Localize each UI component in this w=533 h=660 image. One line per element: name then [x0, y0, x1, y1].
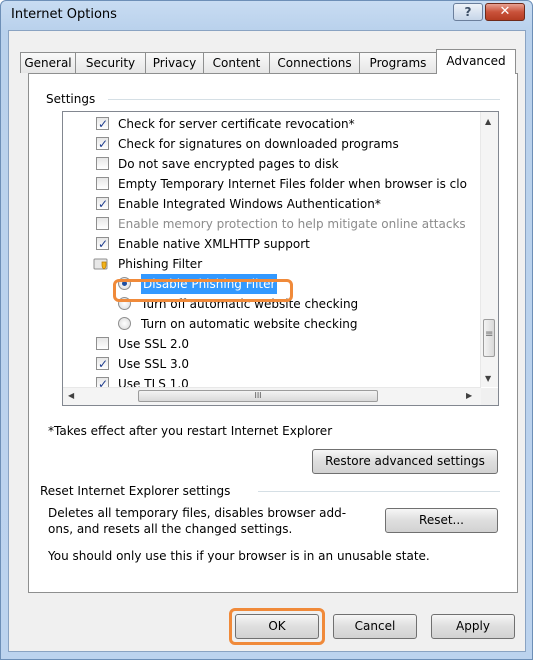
settings-item-label: Use SSL 3.0 [118, 357, 190, 371]
horizontal-scroll-thumb[interactable]: III [138, 390, 378, 402]
help-icon: ? [464, 5, 472, 19]
reset-description: Deletes all temporary files, disables br… [48, 506, 347, 536]
checkbox[interactable] [96, 354, 109, 374]
settings-list-item[interactable]: Enable Integrated Windows Authentication… [63, 194, 481, 214]
settings-item-label: Turn on automatic website checking [141, 317, 358, 331]
settings-item-label: Use SSL 2.0 [118, 337, 190, 351]
ok-button[interactable]: OK [235, 614, 319, 639]
reset-group-divider [258, 491, 500, 492]
settings-list-item[interactable]: Phishing Filter [63, 254, 481, 274]
vertical-scroll-thumb[interactable] [483, 319, 495, 357]
title-bar[interactable]: Internet Options ? ✕ [1, 1, 532, 31]
scroll-down-icon[interactable]: ▼ [485, 374, 491, 383]
scrollbar-corner [481, 388, 498, 405]
settings-group-label: Settings [46, 92, 100, 106]
settings-list-item[interactable]: Turn on automatic website checking [63, 314, 481, 334]
scroll-up-icon[interactable]: ▲ [485, 117, 491, 126]
settings-list-item[interactable]: Check for signatures on downloaded progr… [63, 134, 481, 154]
close-button[interactable]: ✕ [485, 3, 525, 21]
checkbox[interactable] [96, 217, 109, 230]
settings-list[interactable]: Check for server certificate revocation*… [62, 111, 499, 406]
tab-advanced[interactable]: Advanced [436, 49, 516, 74]
restart-footnote: *Takes effect after you restart Internet… [48, 424, 333, 438]
tab-general[interactable]: General [20, 52, 76, 73]
tab-privacy[interactable]: Privacy [145, 52, 204, 73]
cancel-button[interactable]: Cancel [333, 614, 417, 639]
checkbox[interactable] [96, 157, 109, 170]
settings-item-label: Enable memory protection to help mitigat… [118, 217, 466, 231]
checkbox[interactable] [96, 177, 109, 190]
highlight-disable-phishing [113, 279, 293, 302]
tab-security[interactable]: Security [75, 52, 146, 73]
settings-list-item[interactable]: Empty Temporary Internet Files folder wh… [63, 174, 481, 194]
reset-group-label: Reset Internet Explorer settings [40, 484, 235, 498]
settings-item-label: Empty Temporary Internet Files folder wh… [118, 177, 467, 191]
window-title: Internet Options [11, 7, 117, 22]
tab-programs[interactable]: Programs [359, 52, 437, 73]
tab-content[interactable]: Content [203, 52, 270, 73]
checkbox[interactable] [96, 194, 109, 214]
settings-item-label: Enable native XMLHTTP support [118, 237, 310, 251]
settings-list-item[interactable]: Use SSL 2.0 [63, 334, 481, 354]
horizontal-scrollbar[interactable]: ◀ III ▶ [63, 387, 481, 405]
reset-warning: You should only use this if your browser… [48, 549, 430, 563]
settings-list-item[interactable]: Use SSL 3.0 [63, 354, 481, 374]
vertical-scrollbar[interactable]: ▲ ▼ [480, 112, 498, 387]
checkbox[interactable] [96, 114, 109, 134]
settings-list-item[interactable]: Enable native XMLHTTP support [63, 234, 481, 254]
scroll-right-icon[interactable]: ▶ [466, 391, 472, 400]
reset-button[interactable]: Reset... [385, 508, 498, 533]
checkbox[interactable] [96, 337, 109, 350]
apply-button[interactable]: Apply [431, 614, 515, 639]
settings-group-divider [108, 99, 500, 100]
settings-list-item[interactable]: Enable memory protection to help mitigat… [63, 214, 481, 234]
settings-item-label: Do not save encrypted pages to disk [118, 157, 339, 171]
radio-button[interactable] [118, 317, 131, 330]
settings-item-label: Check for server certificate revocation* [118, 117, 355, 131]
settings-list-item[interactable]: Do not save encrypted pages to disk [63, 154, 481, 174]
close-icon: ✕ [499, 4, 511, 19]
settings-item-label: Phishing Filter [118, 257, 203, 271]
restore-advanced-settings-button[interactable]: Restore advanced settings [312, 449, 498, 474]
settings-list-item[interactable]: Check for server certificate revocation* [63, 114, 481, 134]
tab-connections[interactable]: Connections [269, 52, 360, 73]
settings-item-label: Check for signatures on downloaded progr… [118, 137, 399, 151]
settings-item-label: Enable Integrated Windows Authentication… [118, 197, 381, 211]
checkbox[interactable] [96, 134, 109, 154]
scroll-left-icon[interactable]: ◀ [68, 391, 74, 400]
checkbox[interactable] [96, 234, 109, 254]
help-button[interactable]: ? [453, 3, 483, 21]
shield-folder-icon [93, 258, 108, 270]
